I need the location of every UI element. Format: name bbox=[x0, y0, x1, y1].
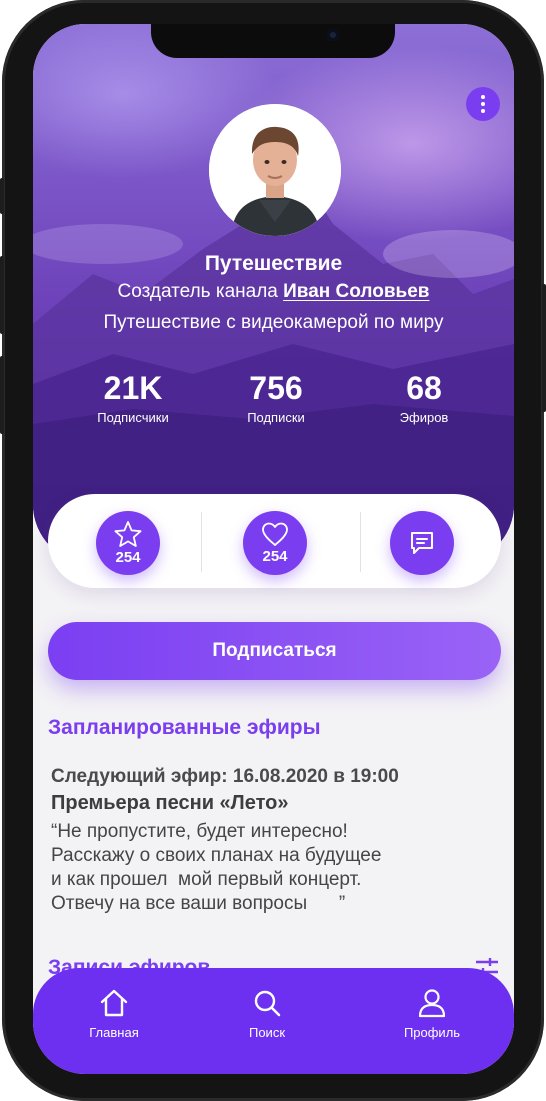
search-icon bbox=[254, 990, 281, 1017]
bottom-navigation: Главная Поиск Профиль bbox=[33, 968, 514, 1074]
next-stream-date: Следующий эфир: 16.08.2020 в 19:00 bbox=[51, 766, 399, 787]
nav-search[interactable]: Поиск bbox=[207, 988, 327, 1040]
divider bbox=[360, 512, 361, 572]
more-dot bbox=[481, 102, 485, 106]
device-notch bbox=[151, 24, 395, 58]
power-button bbox=[542, 284, 546, 412]
more-dot bbox=[481, 109, 485, 113]
avatar[interactable] bbox=[209, 104, 341, 236]
nav-label: Главная bbox=[89, 1025, 139, 1040]
avatar-photo bbox=[209, 104, 341, 236]
creator-prefix: Создатель канала bbox=[117, 281, 278, 302]
stream-description: “Не пропустите, будет интересно! Расскаж… bbox=[51, 821, 382, 914]
like-count: 254 bbox=[262, 548, 288, 565]
like-button[interactable]: 254 bbox=[243, 511, 307, 575]
camera-icon bbox=[327, 29, 339, 41]
more-dots-icon bbox=[481, 95, 485, 99]
channel-description: Путешествие с видеокамерой по миру bbox=[103, 312, 444, 333]
volume-up-button bbox=[0, 256, 4, 334]
app-screen: Путешествие Создатель канала Иван Соловь… bbox=[33, 24, 514, 1074]
heart-icon bbox=[262, 522, 288, 546]
stat-value: 68 bbox=[406, 370, 442, 406]
chat-icon bbox=[411, 532, 433, 554]
stat-label: Подписки bbox=[247, 410, 305, 425]
nav-profile[interactable]: Профиль bbox=[372, 988, 492, 1040]
volume-down-button bbox=[0, 356, 4, 434]
star-icon bbox=[114, 521, 142, 547]
favorite-count: 254 bbox=[115, 549, 141, 566]
stat-value: 21K bbox=[103, 370, 163, 406]
favorite-button[interactable]: 254 bbox=[96, 511, 160, 575]
channel-creator: Создатель канала Иван Соловьев bbox=[33, 281, 514, 303]
channel-title: Путешествие bbox=[204, 252, 343, 275]
nav-label: Поиск bbox=[248, 1025, 286, 1040]
stat-streams[interactable]: 68 Эфиров bbox=[359, 370, 489, 425]
comments-button[interactable] bbox=[390, 511, 454, 575]
stat-subscribers[interactable]: 21K Подписчики bbox=[68, 370, 198, 425]
scheduled-streams-title: Запланированные эфиры bbox=[48, 716, 321, 739]
divider bbox=[201, 512, 202, 572]
creator-name-link[interactable]: Иван Соловьев bbox=[283, 281, 429, 302]
stat-label: Эфиров bbox=[399, 410, 449, 425]
reactions-card: 254 254 bbox=[48, 494, 501, 588]
nav-label: Профиль bbox=[403, 1025, 461, 1040]
home-icon bbox=[100, 989, 128, 1017]
more-options-button[interactable] bbox=[466, 87, 500, 121]
side-button bbox=[0, 178, 4, 214]
stat-value: 756 bbox=[249, 370, 303, 406]
nav-home[interactable]: Главная bbox=[54, 988, 174, 1040]
stream-title[interactable]: Премьера песни «Лето» bbox=[51, 792, 288, 815]
subscribe-button[interactable]: Подписаться bbox=[48, 622, 501, 680]
profile-icon bbox=[418, 989, 446, 1018]
stat-subscriptions[interactable]: 756 Подписки bbox=[211, 370, 341, 425]
stat-label: Подписчики bbox=[97, 410, 169, 425]
